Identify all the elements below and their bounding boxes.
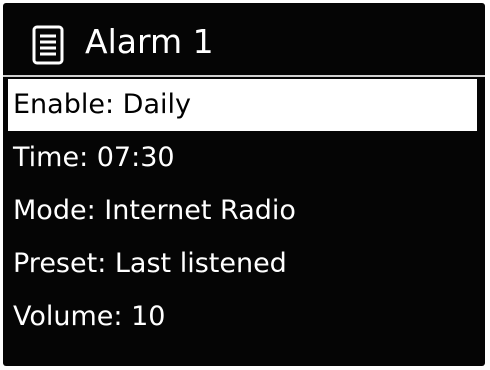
menu-item-time[interactable]: Time: 07:30 <box>8 132 175 184</box>
menu-item-enable[interactable]: Enable: Daily <box>8 79 477 131</box>
title-divider <box>3 75 485 77</box>
menu-list-icon <box>31 25 65 65</box>
radio-display-screen: Alarm 1 Enable: Daily Time: 07:30 Mode: … <box>3 3 485 366</box>
page-title: Alarm 1 <box>85 22 214 61</box>
title-bar: Alarm 1 <box>3 3 485 77</box>
menu-item-preset[interactable]: Preset: Last listened <box>8 238 287 290</box>
menu-item-mode[interactable]: Mode: Internet Radio <box>8 185 296 237</box>
menu-item-volume[interactable]: Volume: 10 <box>8 291 165 343</box>
